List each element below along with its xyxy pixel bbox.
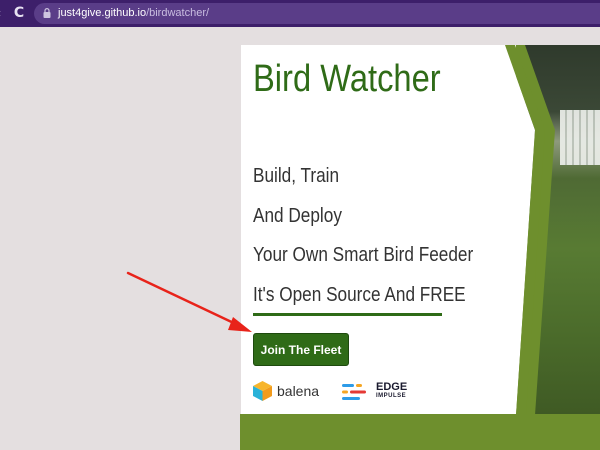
edge-wordmark: EDGE bbox=[376, 381, 408, 393]
tagline-line-1: Build, Train bbox=[253, 165, 340, 187]
back-icon[interactable]: ‹ bbox=[0, 6, 7, 20]
card-edge-shape bbox=[495, 45, 545, 415]
browser-toolbar: ‹ C just4give.github.io/birdwatcher/ bbox=[0, 0, 600, 27]
annotation-arrow-icon bbox=[126, 271, 252, 332]
edge-impulse-logo[interactable]: EDGE IMPULSE bbox=[342, 381, 422, 405]
tagline-underline bbox=[253, 313, 442, 316]
url-text: just4give.github.io/birdwatcher/ bbox=[58, 6, 209, 21]
balena-logo[interactable]: balena bbox=[253, 381, 333, 403]
balena-cube-icon bbox=[253, 381, 272, 401]
edge-impulse-bars-icon bbox=[342, 384, 366, 400]
balena-wordmark: balena bbox=[277, 383, 320, 399]
address-bar[interactable]: just4give.github.io/birdwatcher/ bbox=[34, 3, 600, 24]
bottom-green-band bbox=[240, 414, 600, 450]
tagline-line-4: It's Open Source And FREE bbox=[253, 284, 466, 306]
page-title: Bird Watcher bbox=[253, 58, 441, 100]
lock-icon bbox=[43, 8, 51, 18]
tagline-line-2: And Deploy bbox=[253, 205, 342, 227]
url-path: /birdwatcher/ bbox=[146, 7, 210, 19]
reload-icon[interactable]: C bbox=[11, 5, 27, 21]
impulse-wordmark: IMPULSE bbox=[376, 393, 407, 399]
tagline-line-3: Your Own Smart Bird Feeder bbox=[253, 244, 474, 266]
url-host: just4give.github.io bbox=[58, 7, 147, 19]
join-the-fleet-button[interactable]: Join The Fleet bbox=[253, 333, 349, 366]
